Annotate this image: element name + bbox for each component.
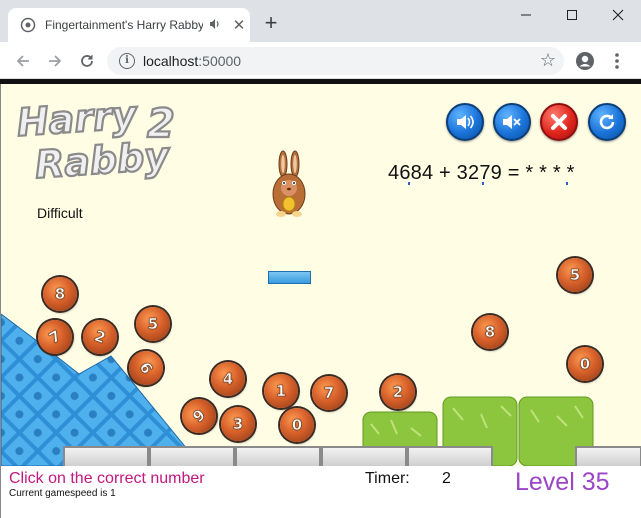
number-ball[interactable]: 8 — [473, 315, 507, 349]
number-ball[interactable]: 2 — [381, 375, 415, 409]
sound-on-icon — [457, 115, 474, 129]
logo-number: 2 — [147, 101, 175, 147]
number-ball[interactable]: 7 — [312, 376, 346, 410]
number-ball[interactable]: 0 — [568, 347, 602, 381]
forward-arrow-icon — [49, 55, 62, 67]
minimize-button[interactable] — [503, 0, 549, 30]
site-info-icon[interactable]: i — [119, 53, 135, 69]
browser-tab[interactable]: Fingertainment's Harry Rabby 2 ✕ — [8, 8, 250, 42]
answer-digit-markers — [408, 182, 568, 185]
window-close-icon — [612, 9, 624, 21]
back-button[interactable] — [12, 50, 34, 72]
number-ball[interactable]: 0 — [280, 408, 314, 442]
restart-icon — [599, 114, 615, 130]
number-ball[interactable]: 8 — [43, 277, 77, 311]
profile-button[interactable] — [574, 50, 596, 72]
browser-tab-bar: Fingertainment's Harry Rabby 2 ✕ + — [0, 0, 641, 42]
page-favicon-icon — [20, 17, 36, 33]
more-vertical-icon — [615, 53, 619, 69]
instruction-message: Click on the correct number — [9, 470, 205, 487]
game-logo: Harry Rabby 2 — [14, 92, 176, 182]
number-ball[interactable]: 4 — [211, 362, 245, 396]
number-ball[interactable]: 1 — [264, 374, 298, 408]
number-ball[interactable]: 3 — [221, 407, 255, 441]
number-ball[interactable]: 5 — [558, 258, 592, 292]
timer-value: 2 — [442, 470, 451, 487]
player-paddle[interactable] — [268, 271, 311, 284]
mute-icon — [503, 115, 521, 129]
address-bar[interactable]: i localhost:50000 ☆ — [107, 47, 564, 75]
maximize-icon — [567, 10, 577, 20]
status-bar: Click on the correct number Current game… — [0, 466, 641, 518]
floor-platform — [63, 446, 641, 466]
sound-on-button[interactable] — [446, 103, 484, 141]
tab-title: Fingertainment's Harry Rabby 2 — [45, 18, 203, 32]
browser-menu-button[interactable] — [606, 50, 628, 72]
profile-avatar-icon — [576, 52, 594, 70]
url-text: localhost:50000 — [143, 53, 242, 69]
restart-button[interactable] — [588, 103, 626, 141]
rabbit-character — [272, 150, 306, 217]
bookmark-star-icon[interactable]: ☆ — [540, 50, 556, 71]
reload-icon — [81, 55, 93, 67]
timer-label: Timer: — [365, 470, 410, 487]
mute-button[interactable] — [493, 103, 531, 141]
maximize-button[interactable] — [549, 0, 595, 30]
minimize-icon — [521, 14, 531, 16]
close-game-button[interactable] — [540, 103, 578, 141]
game-canvas[interactable]: Harry Rabby 2 Difficult 4684 + 3279 = * … — [0, 84, 641, 466]
number-ball[interactable]: 5 — [136, 307, 170, 341]
back-arrow-icon — [16, 55, 29, 67]
tab-audio-icon[interactable] — [209, 18, 223, 33]
gamespeed-text: Current gamespeed is 1 — [9, 488, 116, 499]
level-indicator: Level 35 — [515, 468, 610, 496]
reload-button[interactable] — [76, 50, 98, 72]
forward-button[interactable] — [44, 50, 66, 72]
new-tab-button[interactable]: + — [260, 12, 282, 34]
difficulty-label: Difficult — [37, 205, 83, 221]
window-close-button[interactable] — [595, 0, 641, 30]
close-icon — [551, 114, 567, 130]
browser-toolbar: i localhost:50000 ☆ — [0, 42, 641, 79]
tab-close-icon[interactable]: ✕ — [231, 16, 247, 34]
